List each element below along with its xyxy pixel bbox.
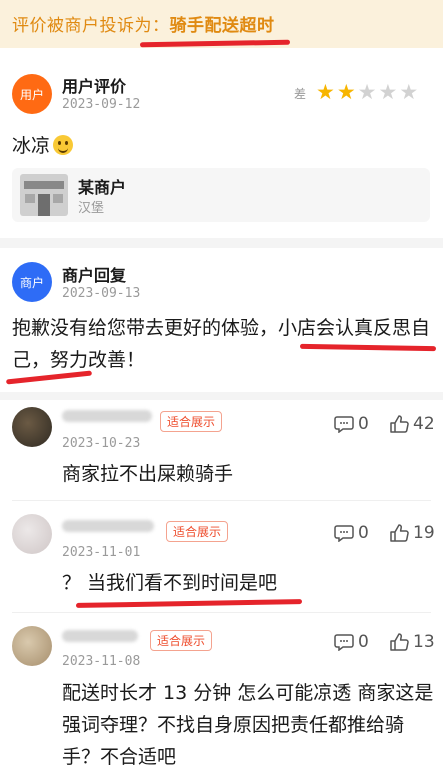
review-date: 2023-09-12	[62, 97, 141, 112]
highlight-underline	[139, 39, 291, 48]
rating-label: 差	[294, 87, 307, 101]
comment-icon	[334, 634, 354, 651]
shop-thumbnail	[20, 174, 68, 216]
review-title: 用户评价	[62, 77, 127, 96]
reply-title: 商户回复	[62, 266, 127, 285]
star-icon: ★	[357, 80, 377, 104]
comment-text: 配送时长才 13 分钟 怎么可能凉透 商家这是强词夺理？不找自身原因把责任都推给…	[62, 682, 434, 768]
commenter-avatar[interactable]	[12, 407, 52, 447]
complaint-reason: 骑手配送超时	[169, 16, 275, 36]
reply-count[interactable]: 0	[334, 414, 369, 434]
section-divider	[0, 392, 443, 400]
commenter-avatar[interactable]	[12, 626, 52, 666]
star-icon: ★	[336, 80, 356, 104]
sweat-smile-emoji-icon	[53, 135, 74, 155]
comment-text: ？ 当我们看不到时间是吧	[62, 572, 278, 594]
divider	[12, 612, 431, 613]
reply-count[interactable]: 0	[334, 632, 369, 652]
star-rating: ★ ★ ★ ★ ★	[316, 80, 418, 104]
divider	[12, 500, 431, 501]
commenter-avatar[interactable]	[12, 514, 52, 554]
merchant-category: 汉堡	[78, 201, 105, 216]
merchant-avatar: 商户	[12, 262, 52, 302]
comment-text: 商家拉不出屎赖骑手	[62, 463, 234, 485]
comment-date: 2023-11-08	[62, 654, 141, 669]
like-count[interactable]: 19	[389, 523, 435, 543]
commenter-name-blurred	[62, 410, 152, 422]
merchant-name: 某商户	[78, 178, 127, 197]
like-count[interactable]: 13	[389, 632, 435, 652]
commenter-name-blurred	[62, 520, 154, 532]
thumbs-up-icon	[390, 524, 409, 542]
suitable-tag: 适合展示	[160, 411, 223, 432]
star-icon: ★	[399, 80, 419, 104]
thumbs-up-icon	[390, 415, 409, 433]
merchant-card[interactable]: 某商户 汉堡	[12, 168, 430, 222]
complaint-prefix: 评价被商户投诉为：	[12, 16, 170, 36]
comment-date: 2023-11-01	[62, 545, 141, 560]
reply-text: 抱歉没有给您带去更好的体验，小店会认真反思自己，努力改善！	[12, 317, 431, 371]
highlight-underline	[75, 599, 303, 608]
commenter-name-blurred	[62, 630, 138, 642]
comment-date: 2023-10-23	[62, 436, 141, 451]
section-divider	[0, 238, 443, 248]
thumbs-up-icon	[390, 633, 409, 651]
user-avatar: 用户	[12, 74, 52, 114]
comment-icon	[334, 525, 354, 542]
complaint-banner: 评价被商户投诉为：骑手配送超时	[0, 0, 443, 48]
comment-icon	[334, 416, 354, 433]
star-icon: ★	[316, 80, 335, 104]
review-text: 冰凉	[12, 131, 74, 158]
star-icon: ★	[378, 80, 398, 104]
suitable-tag: 适合展示	[166, 521, 229, 542]
reply-date: 2023-09-13	[62, 286, 141, 301]
reply-count[interactable]: 0	[334, 523, 369, 543]
like-count[interactable]: 42	[389, 414, 435, 434]
suitable-tag: 适合展示	[150, 630, 213, 651]
